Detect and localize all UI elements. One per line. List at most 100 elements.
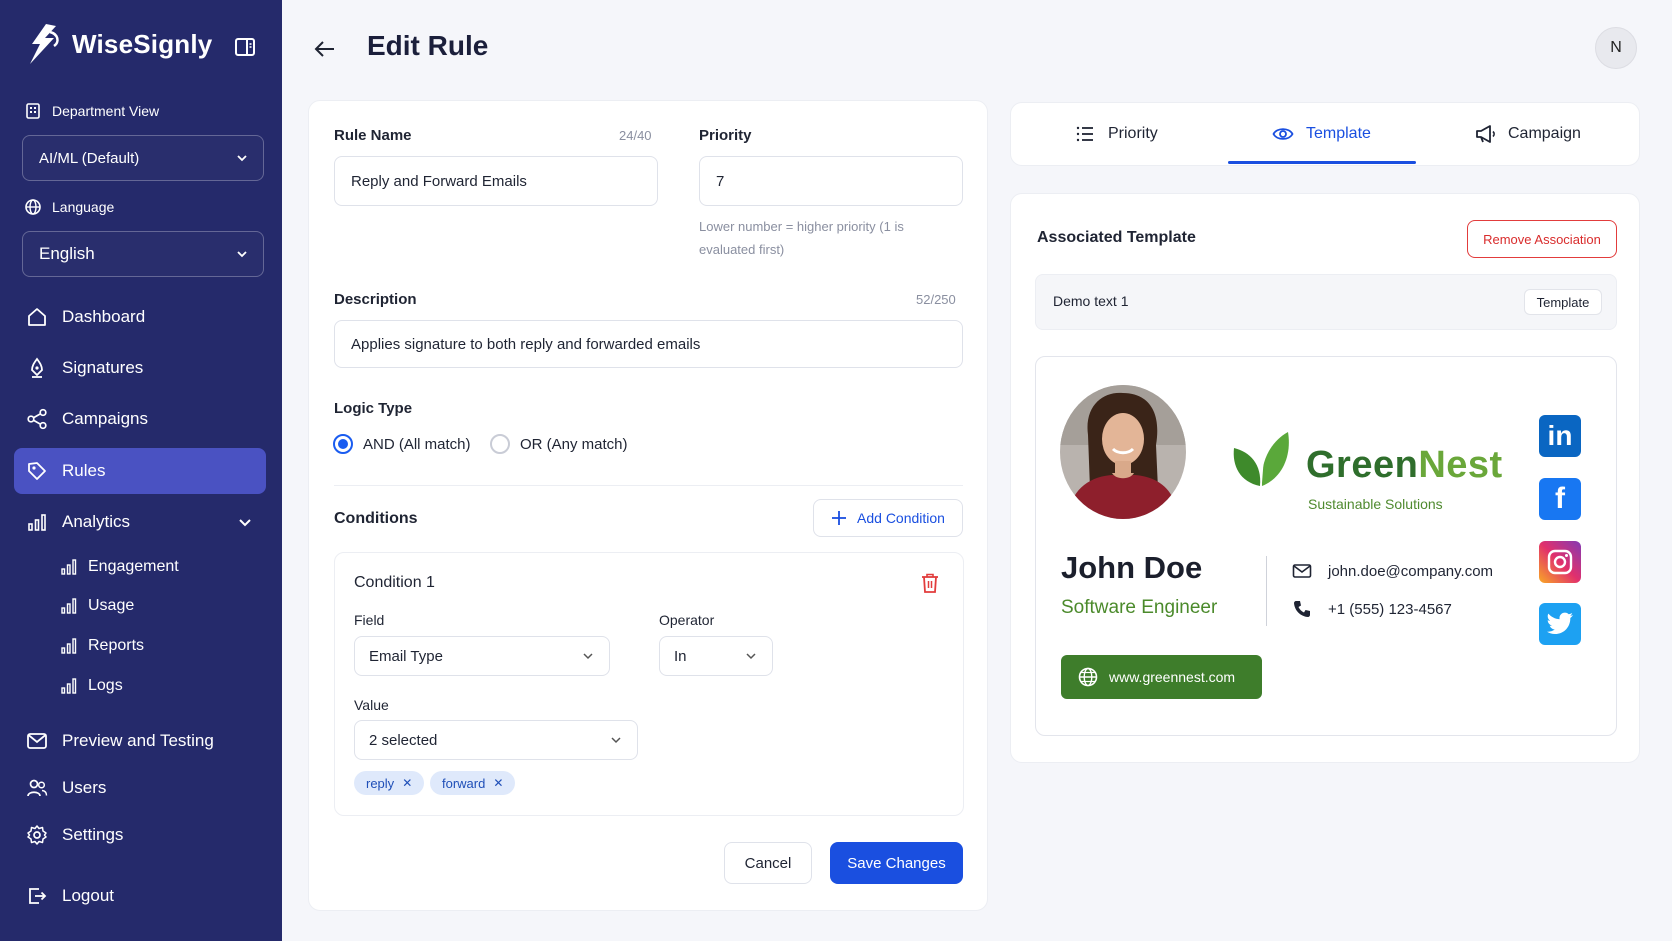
chevron-down-icon (583, 653, 593, 660)
phone-icon (1294, 601, 1310, 617)
signature-email: john.doe@company.com (1292, 561, 1493, 581)
bar-chart-icon (61, 598, 77, 614)
rule-name-counter: 24/40 (619, 128, 652, 143)
department-select[interactable]: AI/ML (Default) (22, 135, 264, 181)
chevron-down-icon (239, 519, 251, 527)
value-chip: reply ✕ (354, 771, 425, 795)
building-icon (26, 103, 40, 119)
remove-association-button[interactable]: Remove Association (1467, 220, 1617, 258)
nav-users[interactable]: Users (14, 765, 266, 811)
nav-dashboard[interactable]: Dashboard (14, 294, 266, 340)
trash-icon[interactable] (920, 572, 940, 594)
signature-phone: +1 (555) 123-4567 (1292, 599, 1452, 619)
tab-template[interactable]: Template (1272, 102, 1371, 166)
nav-sub-logs[interactable]: Logs (60, 677, 123, 695)
nav-analytics[interactable]: Analytics (14, 499, 266, 545)
description-counter: 52/250 (916, 292, 956, 307)
template-badge: Template (1524, 289, 1602, 315)
pen-icon (31, 357, 43, 378)
share-icon (27, 408, 47, 430)
mail-icon (1292, 564, 1312, 578)
logic-and-radio[interactable]: AND (All match) (333, 434, 471, 454)
users-icon (27, 779, 48, 797)
signature-role: Software Engineer (1061, 597, 1218, 618)
department-label: Department View (24, 102, 159, 120)
gear-icon (27, 825, 47, 845)
language-label: Language (24, 198, 114, 216)
radio-selected[interactable] (333, 434, 353, 454)
description-label: Description (334, 291, 417, 308)
globe-icon (1078, 667, 1098, 687)
signature-name: John Doe (1061, 550, 1203, 585)
nav-logout[interactable]: Logout (14, 873, 266, 919)
company-tagline: Sustainable Solutions (1308, 496, 1443, 512)
add-condition-button[interactable]: Add Condition (813, 499, 963, 537)
operator-select[interactable]: In (659, 636, 773, 676)
sidebar-collapse-icon[interactable] (232, 34, 258, 60)
nav-sub-usage[interactable]: Usage (60, 597, 134, 615)
facebook-icon[interactable]: f (1539, 478, 1581, 520)
template-name: Demo text 1 (1053, 293, 1129, 309)
divider (334, 485, 963, 486)
bar-chart-icon (61, 678, 77, 694)
website-button[interactable]: www.greennest.com (1061, 655, 1262, 699)
cancel-button[interactable]: Cancel (724, 842, 812, 884)
tag-icon (28, 462, 46, 480)
priority-input[interactable]: 7 (699, 156, 963, 206)
logo-icon (30, 24, 59, 64)
nav-preview-testing[interactable]: Preview and Testing (14, 718, 266, 764)
brand[interactable]: WiseSignly (24, 22, 212, 66)
leaf-logo-icon (1233, 432, 1289, 487)
home-icon (28, 308, 46, 326)
field-select[interactable]: Email Type (354, 636, 610, 676)
nav-rules[interactable]: Rules (14, 448, 266, 494)
priority-label: Priority (699, 127, 752, 144)
chevron-down-icon (746, 653, 756, 660)
value-select[interactable]: 2 selected (354, 720, 638, 760)
associated-template-title: Associated Template (1037, 229, 1196, 246)
field-label: Field (354, 612, 385, 628)
nav-settings[interactable]: Settings (14, 812, 266, 858)
bar-chart-icon (28, 514, 46, 531)
priority-hint: Lower number = higher priority (1 is eva… (699, 219, 904, 257)
value-label: Value (354, 697, 389, 713)
rule-name-label: Rule Name (334, 127, 412, 144)
sidebar: WiseSignly Department View AI/ML (Defaul… (0, 0, 282, 941)
remove-chip-icon[interactable]: ✕ (493, 776, 503, 790)
instagram-icon[interactable] (1539, 541, 1581, 583)
eye-icon (1272, 128, 1294, 140)
logic-or-radio[interactable]: OR (Any match) (490, 434, 628, 454)
plus-icon (832, 511, 847, 525)
page-title: Edit Rule (367, 30, 489, 61)
value-chip: forward ✕ (430, 771, 516, 795)
avatar[interactable]: N (1595, 27, 1637, 69)
company-name: GreenNest (1306, 444, 1503, 486)
description-input[interactable]: Applies signature to both reply and forw… (334, 320, 963, 368)
rule-name-input[interactable]: Reply and Forward Emails (334, 156, 658, 206)
radio-unselected[interactable] (490, 434, 510, 454)
operator-label: Operator (659, 612, 715, 628)
back-arrow-icon[interactable] (312, 36, 338, 62)
condition-title: Condition 1 (354, 574, 435, 591)
tab-priority[interactable]: Priority (1074, 102, 1158, 166)
nav-sub-reports[interactable]: Reports (60, 637, 144, 655)
nav-signatures[interactable]: Signatures (14, 345, 266, 391)
nav-campaigns[interactable]: Campaigns (14, 396, 266, 442)
twitter-bird-icon (1546, 612, 1573, 634)
profile-photo (1060, 385, 1186, 519)
bar-chart-icon (61, 638, 77, 654)
chevron-down-icon (237, 251, 247, 258)
instagram-glyph-icon (1547, 549, 1573, 575)
megaphone-icon (1476, 125, 1495, 143)
globe-icon (25, 199, 41, 215)
twitter-icon[interactable] (1539, 603, 1581, 645)
language-select[interactable]: English (22, 231, 264, 277)
linkedin-icon[interactable]: in (1539, 415, 1581, 457)
tab-campaign[interactable]: Campaign (1474, 102, 1581, 166)
logic-type-label: Logic Type (334, 400, 413, 417)
mail-icon (27, 733, 47, 749)
remove-chip-icon[interactable]: ✕ (402, 776, 412, 790)
save-changes-button[interactable]: Save Changes (830, 842, 963, 884)
nav-sub-engagement[interactable]: Engagement (60, 558, 179, 576)
app-name: WiseSignly (72, 28, 213, 59)
